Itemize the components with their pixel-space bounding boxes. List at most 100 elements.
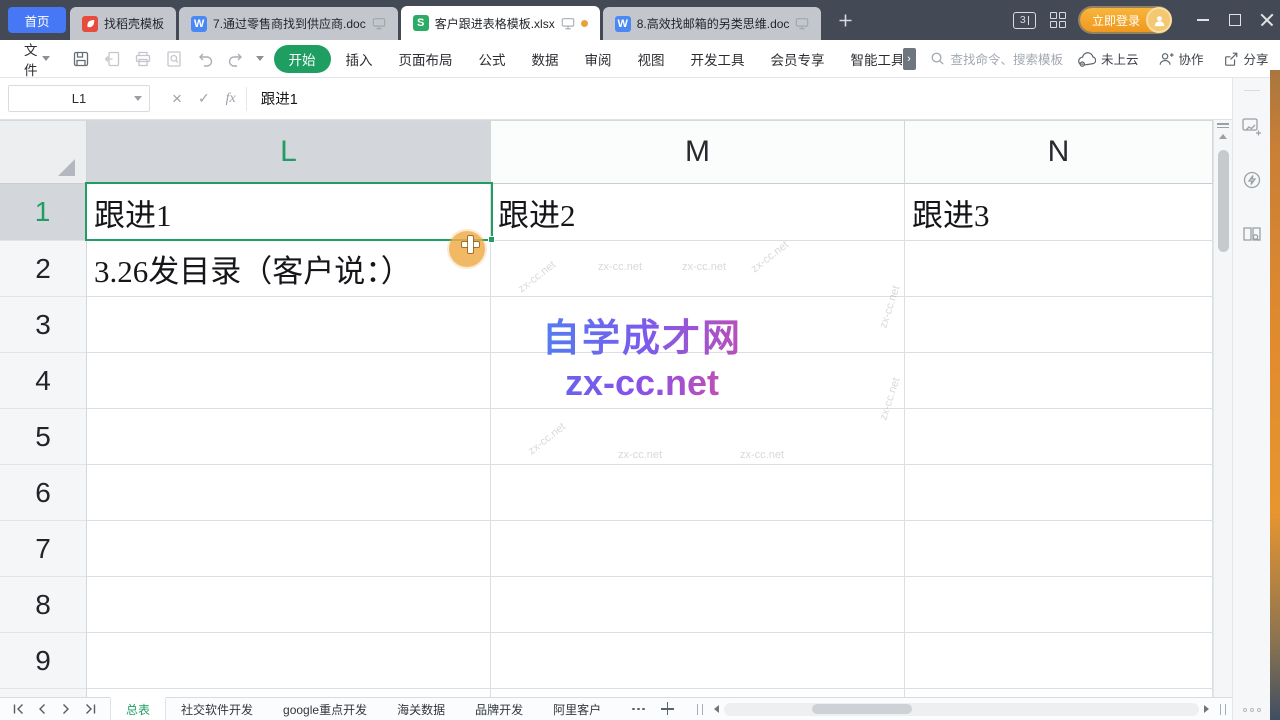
cell-M2[interactable] bbox=[491, 241, 905, 297]
column-header-L[interactable]: L bbox=[87, 121, 491, 184]
confirm-entry-icon[interactable]: ✓ bbox=[198, 90, 210, 107]
print-preview-icon[interactable] bbox=[163, 48, 185, 70]
ribbon-tab[interactable]: 数据 bbox=[519, 45, 572, 73]
more-sheets-icon[interactable] bbox=[632, 708, 645, 711]
vertical-scrollbar[interactable] bbox=[1213, 120, 1232, 697]
cell-M9[interactable] bbox=[491, 633, 905, 689]
document-tab[interactable]: S客户跟进表格模板.xlsx bbox=[401, 6, 600, 40]
last-sheet-icon[interactable] bbox=[80, 700, 100, 718]
close-button[interactable] bbox=[1260, 13, 1274, 27]
collaborate-button[interactable]: 协作 bbox=[1158, 49, 1204, 68]
row-header[interactable] bbox=[0, 689, 87, 697]
cell-N6[interactable] bbox=[905, 465, 1213, 521]
sidebar-more-icon[interactable] bbox=[1233, 708, 1271, 712]
reading-mode-icon[interactable] bbox=[1233, 215, 1271, 253]
ribbon-expand-icon[interactable]: › bbox=[903, 48, 916, 70]
scroll-right-icon[interactable] bbox=[1204, 705, 1209, 713]
sheet-tab[interactable]: 阿里客户 bbox=[538, 698, 616, 720]
next-sheet-icon[interactable] bbox=[56, 700, 76, 718]
cell-M5[interactable] bbox=[491, 409, 905, 465]
row-header-5[interactable]: 5 bbox=[0, 409, 87, 465]
name-box[interactable]: L1 bbox=[8, 85, 150, 112]
cell[interactable] bbox=[491, 689, 905, 697]
cloud-status[interactable]: 未上云 bbox=[1077, 49, 1139, 68]
sheet-tab[interactable]: google重点开发 bbox=[268, 698, 382, 720]
cell-M7[interactable] bbox=[491, 521, 905, 577]
row-header-9[interactable]: 9 bbox=[0, 633, 87, 689]
cell-L2[interactable]: 3.26发目录（客户说：） bbox=[87, 241, 491, 297]
cell[interactable] bbox=[905, 689, 1213, 697]
cell-M3[interactable] bbox=[491, 297, 905, 353]
ribbon-tab[interactable]: 智能工具箱 bbox=[838, 45, 902, 73]
ribbon-tab[interactable]: 开始 bbox=[274, 45, 331, 73]
first-sheet-icon[interactable] bbox=[8, 700, 28, 718]
cell-N3[interactable] bbox=[905, 297, 1213, 353]
save-icon[interactable] bbox=[70, 48, 92, 70]
cell-N4[interactable] bbox=[905, 353, 1213, 409]
sheet-tab[interactable]: 海关数据 bbox=[382, 698, 460, 720]
horizontal-scrollbar[interactable] bbox=[724, 703, 1199, 716]
select-all-corner[interactable] bbox=[0, 121, 87, 184]
cell-N5[interactable] bbox=[905, 409, 1213, 465]
cell-N1[interactable]: 跟进3 bbox=[905, 184, 1213, 241]
cell-L7[interactable] bbox=[87, 521, 491, 577]
app-grid-icon[interactable] bbox=[1050, 12, 1066, 28]
row-header-2[interactable]: 2 bbox=[0, 241, 87, 297]
minimize-button[interactable] bbox=[1196, 13, 1210, 27]
scroll-left-icon[interactable] bbox=[714, 705, 719, 713]
previous-sheet-icon[interactable] bbox=[32, 700, 52, 718]
redo-icon[interactable] bbox=[225, 48, 247, 70]
pane-splitter[interactable] bbox=[1220, 704, 1226, 715]
scroll-up-icon[interactable] bbox=[1219, 134, 1227, 139]
cell-L5[interactable] bbox=[87, 409, 491, 465]
cell-N8[interactable] bbox=[905, 577, 1213, 633]
cell-L6[interactable] bbox=[87, 465, 491, 521]
cell-M8[interactable] bbox=[491, 577, 905, 633]
ribbon-tab[interactable]: 视图 bbox=[625, 45, 678, 73]
document-tab[interactable]: W7.通过零售商找到供应商.doc bbox=[179, 7, 398, 40]
row-header-4[interactable]: 4 bbox=[0, 353, 87, 409]
cancel-entry-icon[interactable]: × bbox=[172, 89, 182, 109]
column-header-N[interactable]: N bbox=[905, 121, 1213, 184]
cell-M4[interactable] bbox=[491, 353, 905, 409]
maximize-button[interactable] bbox=[1228, 13, 1242, 27]
name-box-caret-icon[interactable] bbox=[134, 96, 142, 101]
ribbon-tab[interactable]: 页面布局 bbox=[386, 45, 466, 73]
ribbon-tab[interactable]: 公式 bbox=[466, 45, 519, 73]
ribbon-tab[interactable]: 插入 bbox=[333, 45, 386, 73]
home-tab-button[interactable]: 首页 bbox=[8, 7, 66, 33]
print-icon[interactable] bbox=[132, 48, 154, 70]
cell-L9[interactable] bbox=[87, 633, 491, 689]
cell-M1[interactable]: 跟进2 bbox=[491, 184, 905, 241]
ribbon-tab[interactable]: 开发工具 bbox=[678, 45, 758, 73]
ribbon-tab[interactable]: 审阅 bbox=[572, 45, 625, 73]
column-header-M[interactable]: M bbox=[491, 121, 905, 184]
cell-N7[interactable] bbox=[905, 521, 1213, 577]
sheet-tab[interactable]: 社交软件开发 bbox=[166, 698, 268, 720]
chart-panel-icon[interactable] bbox=[1233, 107, 1271, 145]
cell-L3[interactable] bbox=[87, 297, 491, 353]
quick-access-caret-icon[interactable] bbox=[256, 56, 264, 61]
smart-assist-icon[interactable] bbox=[1233, 161, 1271, 199]
formula-input[interactable]: 跟进1 bbox=[261, 88, 298, 109]
login-button[interactable]: 立即登录 bbox=[1080, 8, 1170, 32]
document-tab[interactable]: W8.高效找邮箱的另类思维.doc bbox=[603, 7, 822, 40]
row-header-8[interactable]: 8 bbox=[0, 577, 87, 633]
split-handle[interactable] bbox=[1217, 123, 1229, 128]
cell-L4[interactable] bbox=[87, 353, 491, 409]
tab-scroll-splitter[interactable] bbox=[697, 704, 703, 715]
cell[interactable] bbox=[87, 689, 491, 697]
horizontal-scroll-thumb[interactable] bbox=[812, 704, 912, 714]
undo-icon[interactable] bbox=[194, 48, 216, 70]
window-count-icon[interactable]: 3 bbox=[1013, 12, 1036, 29]
file-menu[interactable]: 文件 bbox=[24, 39, 38, 79]
export-icon[interactable] bbox=[101, 48, 123, 70]
vertical-scroll-thumb[interactable] bbox=[1218, 150, 1229, 252]
sheet-tab[interactable]: 总表 bbox=[110, 697, 166, 720]
cell-L8[interactable] bbox=[87, 577, 491, 633]
cell-N2[interactable] bbox=[905, 241, 1213, 297]
insert-function-icon[interactable]: fx bbox=[226, 91, 236, 107]
file-menu-caret-icon[interactable] bbox=[42, 56, 50, 61]
new-tab-button[interactable] bbox=[832, 7, 858, 33]
cell-M6[interactable] bbox=[491, 465, 905, 521]
